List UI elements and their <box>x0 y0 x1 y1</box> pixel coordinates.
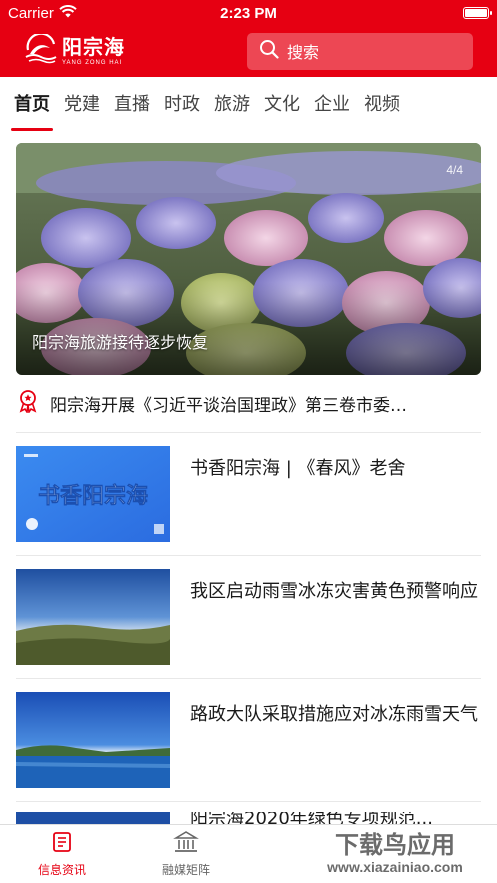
tab-party[interactable]: 党建 <box>64 77 100 129</box>
thumb-title: 书香阳宗海 <box>38 483 148 509</box>
logo: 阳宗海 YANG ZONG HAI <box>24 32 125 68</box>
tab-business[interactable]: 企业 <box>314 77 350 129</box>
headline-text: 阳宗海开展《习近平谈治国理政》第三卷市委… <box>50 396 407 416</box>
headline-item[interactable]: 阳宗海开展《习近平谈治国理政》第三卷市委… <box>16 389 481 418</box>
building-icon <box>173 830 199 857</box>
news-title: 路政大队采取措施应对冰冻雨雪天气 <box>190 704 478 725</box>
hero-caption: 阳宗海旅游接待逐步恢复 <box>32 333 209 352</box>
nav-news[interactable]: 信息资讯 <box>0 825 124 883</box>
list-item[interactable]: 路政大队采取措施应对冰冻雨雪天气 <box>16 692 481 788</box>
tab-culture[interactable]: 文化 <box>264 77 300 129</box>
tab-live[interactable]: 直播 <box>114 77 150 129</box>
tab-video[interactable]: 视频 <box>364 77 400 129</box>
app-bar: 阳宗海 YANG ZONG HAI 搜索 <box>0 32 497 70</box>
tab-home[interactable]: 首页 <box>11 77 53 131</box>
logo-name: 阳宗海 <box>62 34 125 59</box>
divider <box>16 801 481 802</box>
carousel-counter: 4/4 <box>446 163 463 177</box>
list-item[interactable]: 书香阳宗海 书香阳宗海 | 《春风》老舍 <box>16 446 481 542</box>
divider <box>16 432 481 433</box>
watermark-brand: 下载鸟应用 <box>335 831 455 859</box>
ribbon-badge-icon <box>16 389 40 418</box>
news-thumbnail <box>16 692 170 788</box>
logo-mark-icon <box>24 32 58 68</box>
wifi-icon <box>59 4 77 22</box>
divider <box>16 678 481 679</box>
battery-icon <box>463 7 492 19</box>
search-input[interactable]: 搜索 <box>247 32 473 70</box>
news-icon <box>50 830 74 857</box>
list-item[interactable]: 我区启动雨雪冰冻灾害黄色预警响应 <box>16 569 481 665</box>
logo-subtitle: YANG ZONG HAI <box>62 59 123 66</box>
divider <box>16 555 481 556</box>
news-title: 我区启动雨雪冰冻灾害黄色预警响应 <box>190 581 478 602</box>
channel-tabs: 首页 党建 直播 时政 旅游 文化 企业 视频 <box>0 77 497 131</box>
news-thumbnail: 书香阳宗海 <box>16 446 170 542</box>
nav-label: 信息资讯 <box>37 863 86 877</box>
nav-media-matrix[interactable]: 融媒矩阵 <box>124 825 248 883</box>
tab-politics[interactable]: 时政 <box>164 77 200 129</box>
watermark-logo: 下载鸟应用 www.xiazainiao.com <box>299 825 491 877</box>
status-bar: Carrier 2:23 PM <box>0 0 497 26</box>
news-thumbnail <box>16 569 170 665</box>
tab-travel[interactable]: 旅游 <box>214 77 250 129</box>
news-thumbnail <box>16 812 170 824</box>
search-icon <box>259 39 279 63</box>
nav-label: 融媒矩阵 <box>161 863 210 877</box>
carrier-label: Carrier <box>8 4 54 22</box>
news-title: 书香阳宗海 | 《春风》老舍 <box>190 458 406 479</box>
hero-carousel[interactable]: 4/4 阳宗海旅游接待逐步恢复 <box>16 143 481 375</box>
search-placeholder: 搜索 <box>287 43 320 62</box>
header: Carrier 2:23 PM 阳宗海 YANG ZONG HAI 搜索 <box>0 0 497 77</box>
watermark-url: www.xiazainiao.com <box>326 859 463 875</box>
